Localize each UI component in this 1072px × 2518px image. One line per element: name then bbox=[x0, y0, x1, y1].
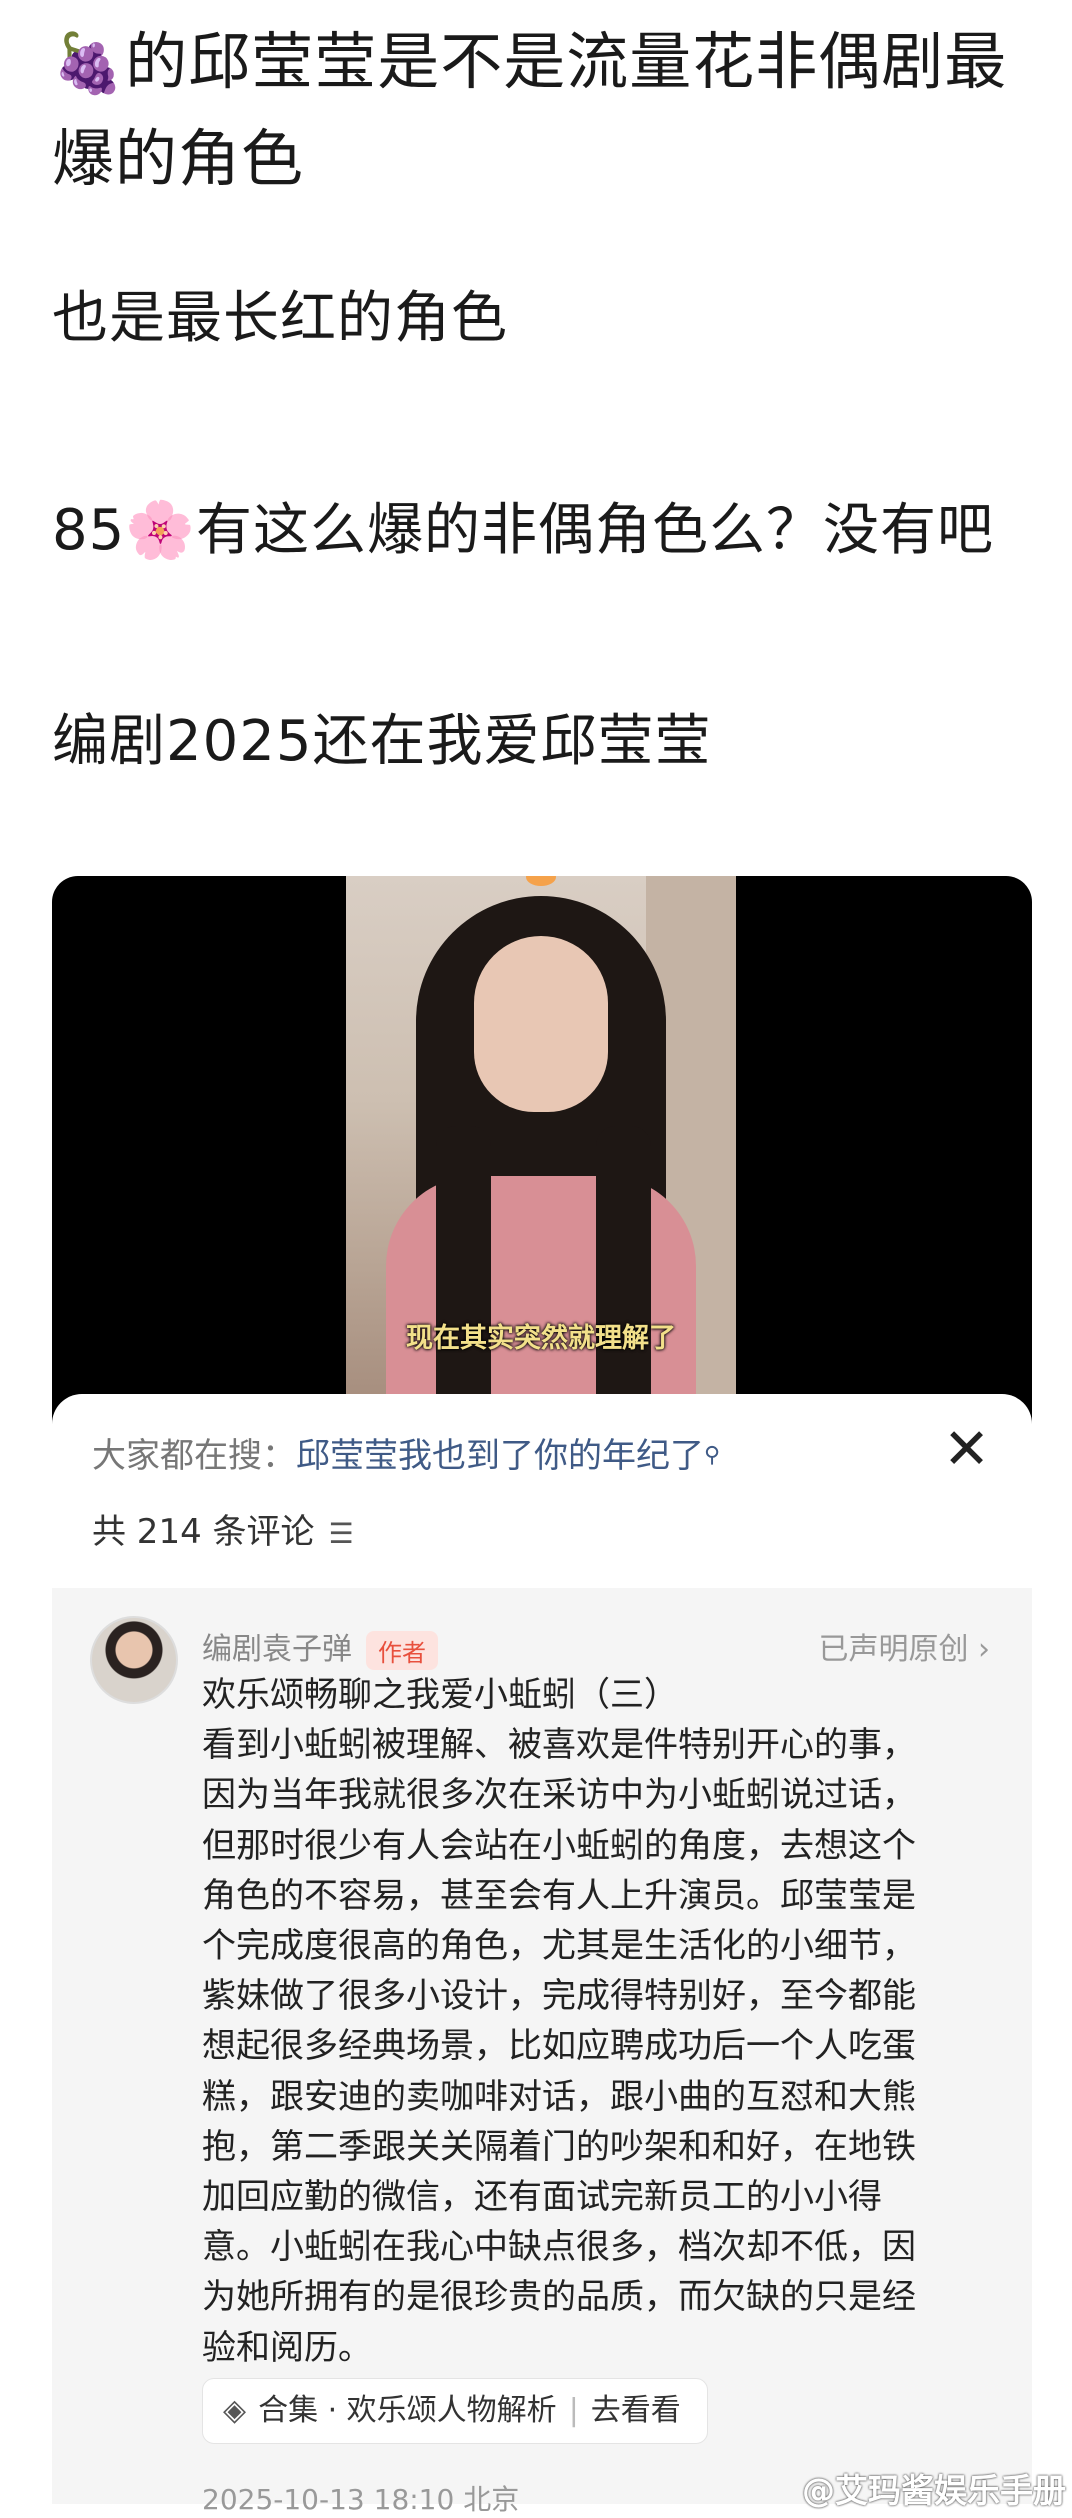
original-declared-link[interactable]: 已声明原创 › bbox=[818, 1624, 990, 1668]
comment-count-text: 共 214 条评论 bbox=[92, 1512, 315, 1552]
comment-author[interactable]: 编剧袁子弹 作者 bbox=[202, 1624, 438, 1670]
orange-dot-icon bbox=[526, 876, 556, 886]
video-subtitle: 现在其实突然就理解了 bbox=[406, 1323, 676, 1354]
collection-label: 合集 · 欢乐颂人物解析 bbox=[258, 2393, 557, 2428]
collection-action[interactable]: 去看看 bbox=[591, 2393, 681, 2428]
watermark: @艾玛酱娱乐手册 bbox=[802, 2471, 1066, 2510]
divider: | bbox=[568, 2393, 579, 2428]
collection-chip[interactable]: ◈ 合集 · 欢乐颂人物解析 | 去看看 bbox=[202, 2378, 708, 2444]
close-icon[interactable]: ✕ bbox=[943, 1420, 990, 1480]
hot-search-label: 大家都在搜： bbox=[92, 1436, 296, 1476]
flower-emoji-icon: 🌸 bbox=[125, 498, 196, 563]
search-icon: ⚲ bbox=[704, 1443, 721, 1468]
post-title: 🍇的邱莹莹是不是流量花非偶剧最爆的角色 bbox=[52, 14, 1012, 207]
video-player[interactable]: 现在其实突然就理解了 bbox=[52, 876, 1032, 1436]
post-title-text: 的邱莹莹是不是流量花非偶剧最爆的角色 bbox=[52, 25, 1008, 195]
filter-icon[interactable]: ☰ bbox=[329, 1517, 354, 1550]
para2-prefix: 85 bbox=[52, 498, 126, 563]
grape-emoji-icon: 🍇 bbox=[52, 29, 126, 97]
comment-text: 欢乐颂畅聊之我爱小蚯蚓（三） 看到小蚯蚓被理解、被喜欢是件特别开心的事， 因为当… bbox=[202, 1675, 916, 2368]
person-face bbox=[474, 936, 608, 1112]
comment-item: 编剧袁子弹 作者 已声明原创 › 欢乐颂畅聊之我爱小蚯蚓（三） 看到小蚯蚓被理解、… bbox=[52, 1588, 1032, 2516]
layers-icon: ◈ bbox=[223, 2393, 247, 2428]
hot-search-term[interactable]: 邱莹莹我也到了你的年纪了 bbox=[296, 1436, 704, 1476]
post-paragraph-2: 85🌸有这么爆的非偶角色么？没有吧 bbox=[52, 496, 994, 566]
video-frame: 现在其实突然就理解了 bbox=[346, 876, 736, 1436]
post-paragraph-3: 编剧2025还在我爱邱莹莹 bbox=[52, 709, 712, 774]
hot-search-bar[interactable]: 大家都在搜：邱莹莹我也到了你的年纪了⚲ bbox=[92, 1434, 720, 1478]
para2-suffix: 有这么爆的非偶角色么？没有吧 bbox=[196, 498, 994, 563]
comment-sheet: 大家都在搜：邱莹莹我也到了你的年纪了⚲ ✕ 共 214 条评论 ☰ 编剧袁子弹 作者… bbox=[52, 1394, 1032, 2516]
comment-count: 共 214 条评论 ☰ bbox=[92, 1504, 354, 1553]
author-badge: 作者 bbox=[366, 1631, 438, 1670]
post-paragraph-1: 也是最长红的角色 bbox=[52, 286, 508, 351]
comment-timestamp: 2025-10-13 18:10 北京 bbox=[202, 2483, 520, 2516]
avatar[interactable] bbox=[90, 1616, 178, 1704]
author-name[interactable]: 编剧袁子弹 bbox=[202, 1632, 352, 1667]
